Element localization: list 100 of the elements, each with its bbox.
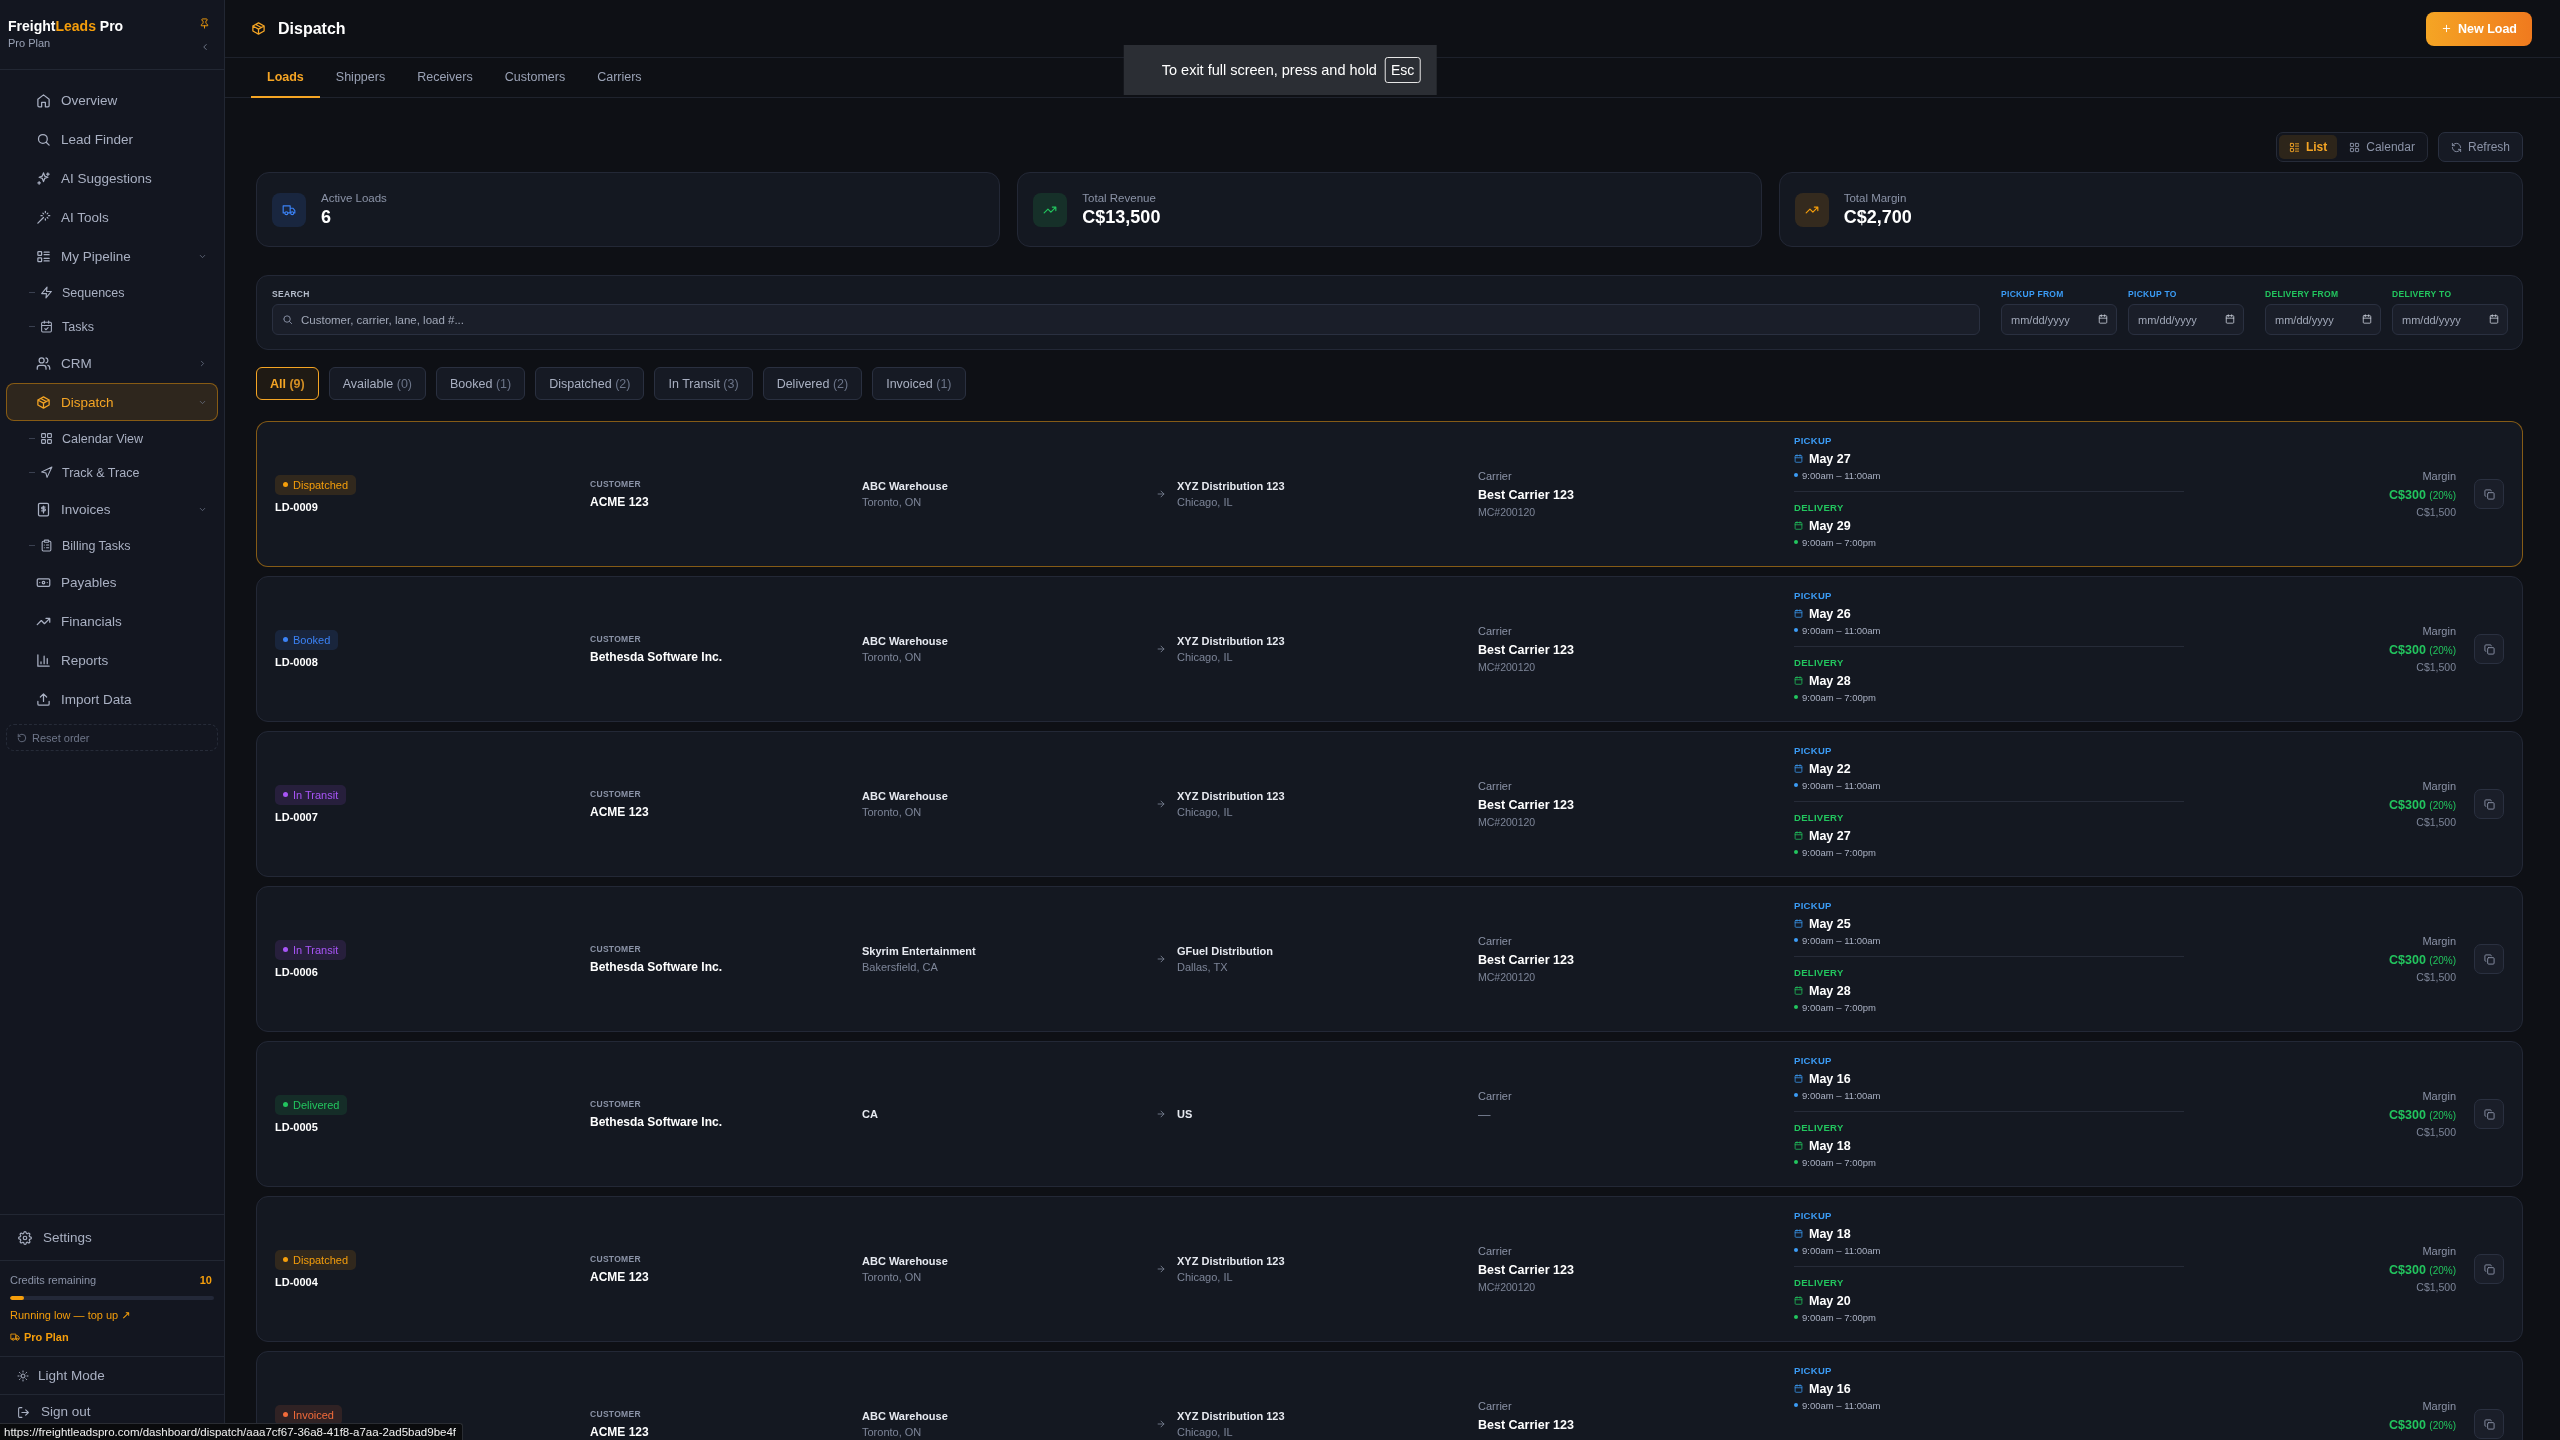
- load-id: LD-0009: [275, 500, 318, 514]
- top-up-link[interactable]: Running low — top up ↗: [10, 1308, 214, 1322]
- plan-name: Pro Plan: [24, 1331, 69, 1343]
- pickup-date: May 25: [1809, 916, 1851, 931]
- status-filter-chip[interactable]: All (9): [256, 367, 319, 400]
- copy-button[interactable]: [2474, 1409, 2504, 1439]
- refresh-icon: [2450, 141, 2462, 153]
- view-toggle-button[interactable]: List: [2278, 135, 2338, 159]
- destination-name: XYZ Distribution 123: [1177, 1409, 1286, 1423]
- pickup-date: May 26: [1809, 606, 1851, 621]
- time-dot-icon: [1794, 628, 1798, 632]
- copy-button[interactable]: [2474, 789, 2504, 819]
- carrier-name: —: [1478, 1107, 1492, 1123]
- nav-item[interactable]: AI Suggestions: [6, 159, 218, 197]
- pickup-time-window: 9:00am – 11:00am: [1802, 1089, 1881, 1101]
- sign-out-link[interactable]: Sign out: [0, 1404, 91, 1420]
- copy-button[interactable]: [2474, 634, 2504, 664]
- copy-icon: [2483, 1263, 2495, 1275]
- date-field[interactable]: mm/dd/yyyy: [2265, 304, 2381, 335]
- nav-item[interactable]: Payables: [6, 563, 218, 601]
- refresh-button[interactable]: Refresh: [2437, 132, 2523, 162]
- calendar-icon[interactable]: [2225, 314, 2235, 324]
- nav-subitem[interactable]: Sequences: [6, 276, 218, 309]
- pickup-time-window: 9:00am – 11:00am: [1802, 934, 1881, 946]
- nav-item[interactable]: Reports: [6, 641, 218, 679]
- tab[interactable]: Loads: [251, 58, 320, 98]
- upload-icon: [36, 691, 51, 707]
- reset-order-button[interactable]: Reset order: [6, 724, 218, 751]
- chevron-icon[interactable]: [198, 358, 207, 368]
- stat-label: Active Loads: [321, 191, 387, 204]
- load-total: C$1,500: [2416, 1280, 2456, 1294]
- status-filter-chip[interactable]: Delivered (2): [762, 367, 863, 400]
- margin-value: C$300 (20%): [2389, 1262, 2456, 1278]
- date-field[interactable]: mm/dd/yyyy: [2128, 304, 2244, 335]
- carrier-mc-number: MC#200120: [1478, 505, 1537, 519]
- dollar-receipt-icon: [36, 501, 51, 517]
- tab[interactable]: Customers: [488, 58, 582, 98]
- tab[interactable]: Shippers: [319, 58, 402, 98]
- link-preview-url: https://freightleadspro.com/dashboard/dispatch/aaa7cf67-36a8-41f8-a7aa-2ad5bad9be4f: [0, 1423, 463, 1440]
- calendar-icon: [1794, 1074, 1803, 1083]
- settings-link[interactable]: Settings: [0, 1229, 92, 1246]
- pickup-label: PICKUP: [1794, 900, 1833, 912]
- calendar-icon[interactable]: [2489, 314, 2499, 324]
- copy-button[interactable]: [2474, 1099, 2504, 1129]
- calendar-icon: [1794, 1296, 1803, 1305]
- pin-icon[interactable]: [199, 18, 210, 29]
- pickup-time-window: 9:00am – 11:00am: [1802, 1399, 1881, 1411]
- pickup-label: PICKUP: [1794, 745, 1833, 757]
- home-icon: [36, 92, 51, 108]
- nav-item[interactable]: AI Tools: [6, 198, 218, 236]
- customer-label: CUSTOMER: [590, 789, 642, 800]
- status-label: Booked: [293, 633, 331, 646]
- nav-item[interactable]: Dispatch: [6, 383, 218, 421]
- time-dot-icon: [1794, 1248, 1798, 1252]
- margin-label: Margin: [2422, 1399, 2456, 1413]
- nav-item[interactable]: Lead Finder: [6, 120, 218, 158]
- brand-name: FreightLeads Pro: [8, 17, 124, 35]
- carrier-name: Best Carrier 123: [1478, 487, 1575, 503]
- nav-item[interactable]: Overview: [6, 81, 218, 119]
- field-label: SEARCH: [272, 289, 311, 300]
- nav-item[interactable]: Financials: [6, 602, 218, 640]
- copy-icon: [2483, 1108, 2495, 1120]
- nav-subitem[interactable]: Tasks: [6, 310, 218, 343]
- pickup-label: PICKUP: [1794, 1365, 1833, 1377]
- view-toggle-button[interactable]: Calendar: [2339, 135, 2425, 159]
- tab[interactable]: Receivers: [401, 58, 489, 98]
- pickup-time-window: 9:00am – 11:00am: [1802, 469, 1881, 481]
- status-filter-chip[interactable]: Available (0): [328, 367, 426, 400]
- search-field[interactable]: Customer, carrier, lane, load #...: [272, 304, 1980, 335]
- date-field[interactable]: mm/dd/yyyy: [2392, 304, 2508, 335]
- status-filter-chip[interactable]: Booked (1): [436, 367, 526, 400]
- carrier-name: Best Carrier 123: [1478, 642, 1575, 658]
- carrier-mc-number: MC#200120: [1478, 815, 1537, 829]
- nav-subitem[interactable]: Billing Tasks: [6, 529, 218, 562]
- nav-subitem[interactable]: Track & Trace: [6, 456, 218, 489]
- delivery-label: DELIVERY: [1794, 657, 1845, 669]
- stat-value: C$2,700: [1843, 206, 1912, 228]
- margin-label: Margin: [2422, 1244, 2456, 1258]
- margin-label: Margin: [2422, 779, 2456, 793]
- calendar-icon[interactable]: [2362, 314, 2372, 324]
- nav-subitem[interactable]: Calendar View: [6, 422, 218, 455]
- copy-button[interactable]: [2474, 944, 2504, 974]
- tab[interactable]: Carriers: [581, 58, 658, 98]
- nav-item[interactable]: Import Data: [6, 680, 218, 718]
- date-field[interactable]: mm/dd/yyyy: [2001, 304, 2117, 335]
- status-filter-chip[interactable]: Invoiced (1): [872, 367, 966, 400]
- status-filter-chip[interactable]: In Transit (3): [654, 367, 753, 400]
- status-filter-chip[interactable]: Dispatched (2): [535, 367, 645, 400]
- light-mode-toggle[interactable]: Light Mode: [0, 1367, 105, 1384]
- calendar-icon[interactable]: [2098, 314, 2108, 324]
- copy-button[interactable]: [2474, 479, 2504, 509]
- bar-chart-icon: [36, 652, 51, 668]
- calendar-icon: [1794, 831, 1803, 840]
- delivery-date: May 28: [1809, 673, 1851, 688]
- copy-button[interactable]: [2474, 1254, 2504, 1284]
- nav-item[interactable]: Invoices: [6, 490, 218, 528]
- customer-name: ACME 123: [590, 495, 650, 509]
- nav-item[interactable]: CRM: [6, 344, 218, 382]
- load-card[interactable]: Delivered LD-0005 CUSTOMER Bethesda Software Inc. CA US Carrier — PICKUP May 16 9:00am – 11:00am DELIVERY May 18 9:00am – 7:00pm Margin C$300 (20%) C$1,500: [256, 1041, 2523, 1187]
- nav-item[interactable]: My Pipeline: [6, 237, 218, 275]
